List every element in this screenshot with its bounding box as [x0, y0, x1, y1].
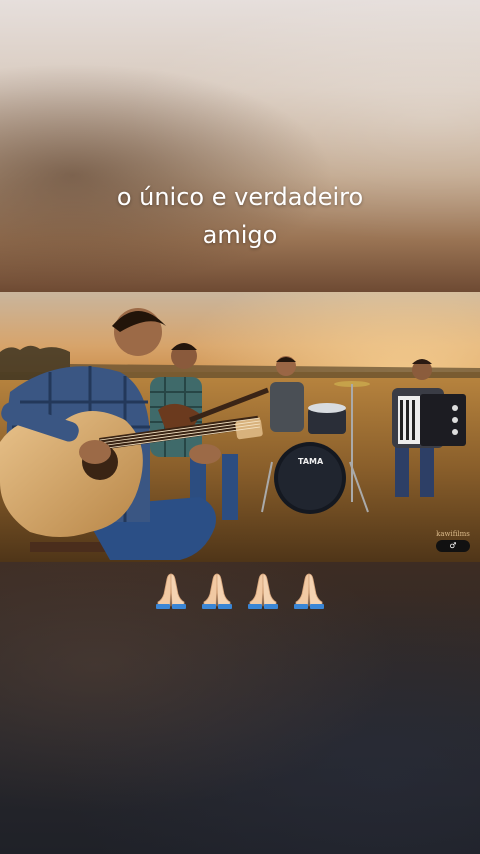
band-photo-illustration: TAMA — [0, 292, 480, 562]
band-photo: TAMA kawifilms ♂ — [0, 292, 480, 562]
praying-hands-icon — [156, 573, 186, 609]
praying-hands-icon — [248, 573, 278, 609]
svg-text:TAMA: TAMA — [298, 457, 324, 466]
watermark-text: kawifilms — [436, 530, 470, 538]
praying-hands-row — [0, 570, 480, 614]
praying-hands-icon — [294, 573, 324, 609]
caption-line-1: o único e verdadeiro — [116, 183, 364, 211]
top-blurred-background: o único e verdadeiro amigo — [0, 0, 480, 292]
watermark-pill: ♂ — [436, 540, 470, 552]
watermark-logo: kawifilms ♂ — [436, 529, 470, 553]
caption-line-2: amigo — [202, 221, 278, 249]
praying-hands-icon — [202, 573, 232, 609]
caption-text: o único e verdadeiro amigo — [0, 178, 480, 254]
